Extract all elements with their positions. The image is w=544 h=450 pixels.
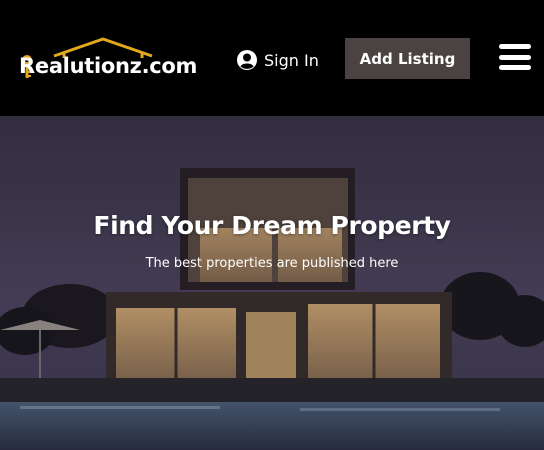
- hero-subtitle: The best properties are published here: [145, 256, 399, 271]
- hero-background-image: [0, 116, 544, 450]
- hamburger-menu-icon[interactable]: [499, 44, 531, 70]
- site-header: Realutionz.com Sign In Add Listing: [0, 0, 544, 116]
- hero-banner: Find Your Dream Property The best proper…: [0, 116, 544, 450]
- add-listing-button[interactable]: Add Listing: [345, 38, 470, 79]
- sign-in-link[interactable]: Sign In: [236, 48, 319, 72]
- user-circle-icon: [237, 50, 257, 70]
- menu-bar: [499, 54, 531, 60]
- sign-in-label: Sign In: [264, 50, 319, 70]
- menu-bar: [499, 65, 531, 70]
- menu-bar: [499, 44, 531, 49]
- hero-title: Find Your Dream Property: [93, 211, 451, 240]
- logo-text: Realutionz.com: [19, 54, 198, 78]
- site-logo[interactable]: Realutionz.com: [18, 36, 214, 86]
